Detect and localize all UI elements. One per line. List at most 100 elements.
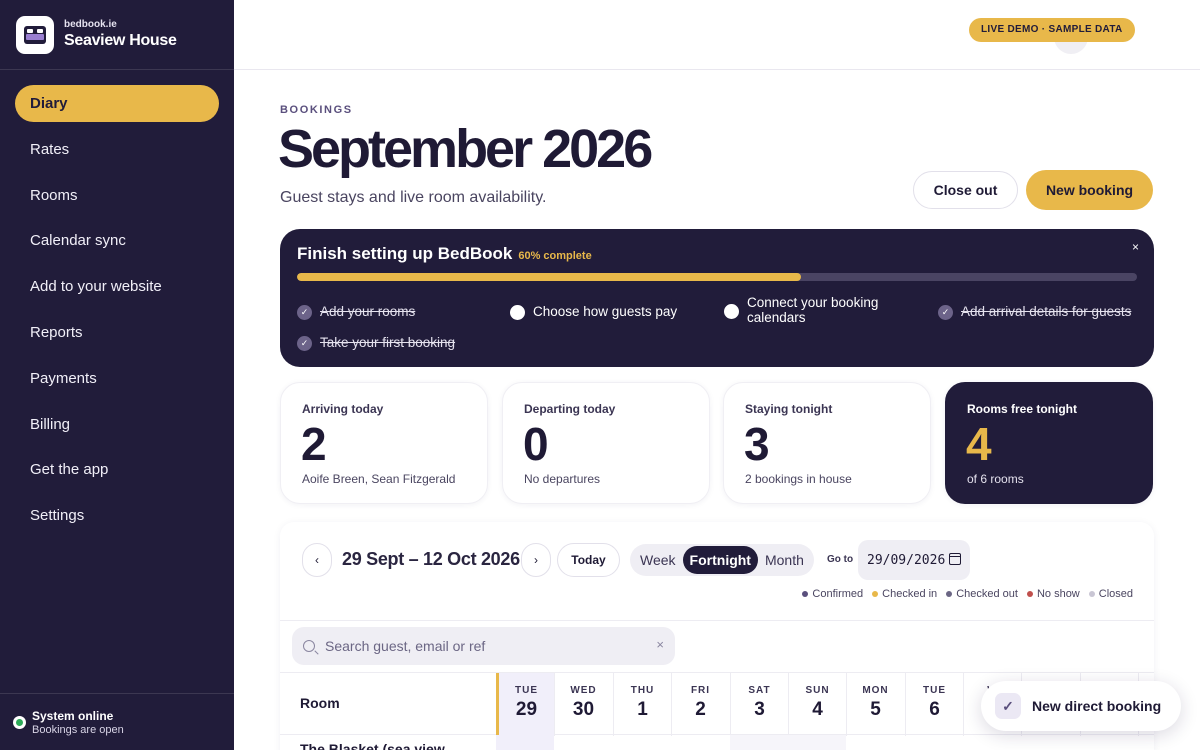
task-connect-calendars[interactable]: Connect your booking calendars: [724, 295, 894, 325]
search-input[interactable]: Search guest, email or ref ×: [292, 627, 675, 665]
view-month-button[interactable]: Month: [758, 546, 811, 574]
sidebar-nav: Diary Rates Rooms Calendar sync Add to y…: [0, 70, 234, 534]
sidebar-item-calendar-sync[interactable]: Calendar sync: [15, 222, 219, 259]
day-number: 30: [572, 699, 595, 720]
stat-label: Rooms free tonight: [967, 402, 1077, 416]
divider: [280, 620, 1154, 621]
new-direct-booking-toast[interactable]: ✓ New direct booking: [981, 681, 1181, 731]
day-header[interactable]: TUE 29: [496, 673, 554, 736]
status-legend: Confirmed Checked in Checked out No show…: [793, 588, 1133, 600]
search-icon: [303, 640, 315, 652]
legend-dot-icon: [802, 591, 809, 597]
next-icon[interactable]: ›: [521, 543, 551, 577]
sidebar-item-diary[interactable]: Diary: [15, 85, 219, 122]
legend-dot-icon: [946, 591, 953, 597]
previous-icon[interactable]: ‹: [302, 543, 332, 577]
task-label: Connect your booking calendars: [747, 295, 879, 325]
goto-label: Go to: [827, 554, 854, 565]
setup-title: Finish setting up BedBook 60% complete: [297, 244, 592, 264]
day-number: 5: [870, 699, 881, 720]
page-title: September 2026: [278, 119, 653, 179]
day-header[interactable]: MON 5: [846, 673, 904, 736]
sidebar-item-get-the-app[interactable]: Get the app: [15, 451, 219, 488]
setup-percent: 60% complete: [518, 250, 592, 262]
view-week-button[interactable]: Week: [633, 546, 683, 574]
stat-sub: Aoife Breen, Sean Fitzgerald: [302, 472, 456, 486]
day-of-week: WED: [570, 685, 597, 696]
calendar-icon[interactable]: [949, 553, 961, 565]
close-icon[interactable]: ×: [1132, 240, 1139, 254]
sidebar-item-payments[interactable]: Payments: [15, 360, 219, 397]
stat-departing-today[interactable]: Departing today 0 No departures: [502, 382, 710, 504]
legend-closed: Closed: [1088, 588, 1133, 600]
checked-icon: [297, 305, 312, 320]
task-choose-payment[interactable]: Choose how guests pay: [510, 304, 677, 320]
day-header[interactable]: TUE 6: [905, 673, 963, 736]
view-switcher: Week Fortnight Month: [630, 544, 814, 576]
day-number: 4: [812, 699, 823, 720]
legend-dot-icon: [1026, 591, 1033, 597]
search-placeholder: Search guest, email or ref: [325, 638, 486, 654]
brand-domain: bedbook.ie: [64, 19, 117, 30]
today-button[interactable]: Today: [557, 543, 620, 577]
page-eyebrow: BOOKINGS: [280, 104, 353, 116]
legend-label: No show: [1036, 588, 1080, 600]
legend-label: Closed: [1098, 588, 1133, 600]
clear-search-icon[interactable]: ×: [656, 637, 664, 652]
main-content: BOOKINGS September 2026 Guest stays and …: [234, 70, 1200, 750]
room-name[interactable]: The Blasket (sea view: [300, 741, 445, 750]
day-header[interactable]: THU 1: [613, 673, 671, 736]
stat-label: Departing today: [524, 402, 616, 416]
legend-label: Confirmed: [812, 588, 864, 600]
day-header[interactable]: SAT 3: [730, 673, 788, 736]
setup-progress-bar: [297, 273, 1137, 281]
setup-progress-fill: [297, 273, 801, 281]
sidebar-item-settings[interactable]: Settings: [15, 497, 219, 534]
day-of-week: THU: [630, 685, 655, 696]
legend-confirmed: Confirmed: [802, 588, 863, 600]
sidebar-item-add-to-website[interactable]: Add to your website: [15, 268, 219, 305]
unchecked-icon: [724, 304, 739, 319]
toast-label: New direct booking: [1032, 698, 1162, 714]
legend-label: Checked in: [882, 588, 938, 600]
goto-date-input[interactable]: 29/09/2026: [858, 540, 970, 580]
weekend-column-shade: [730, 735, 846, 750]
stat-rooms-free[interactable]: Rooms free tonight 4 of 6 rooms: [945, 382, 1153, 504]
legend-no-show: No show: [1026, 588, 1080, 600]
sidebar-item-billing[interactable]: Billing: [15, 406, 219, 443]
stat-staying-tonight[interactable]: Staying tonight 3 2 bookings in house: [723, 382, 931, 504]
close-out-button[interactable]: Close out: [913, 171, 1018, 209]
goto-date-value: 29/09/2026: [867, 552, 946, 568]
day-of-week: SAT: [748, 685, 771, 696]
day-number: 1: [637, 699, 648, 720]
legend-dot-icon: [1088, 591, 1095, 597]
property-name: Seaview House: [64, 32, 177, 49]
date-range: 29 Sept – 12 Oct 2026: [342, 549, 520, 569]
legend-checked-out: Checked out: [946, 588, 1018, 600]
task-first-booking[interactable]: Take your first booking: [297, 335, 455, 351]
stat-arriving-today[interactable]: Arriving today 2 Aoife Breen, Sean Fitzg…: [280, 382, 488, 504]
new-booking-button[interactable]: New booking: [1026, 170, 1153, 210]
unchecked-icon: [510, 305, 525, 320]
sidebar-item-rates[interactable]: Rates: [15, 131, 219, 168]
stat-label: Staying tonight: [745, 402, 833, 416]
checked-icon: [938, 305, 953, 320]
day-header[interactable]: WED 30: [554, 673, 612, 736]
task-add-rooms[interactable]: Add your rooms: [297, 304, 415, 320]
legend-label: Checked out: [956, 588, 1018, 600]
today-column-shade: [496, 735, 554, 750]
stat-sub: of 6 rooms: [967, 472, 1024, 486]
sidebar-item-reports[interactable]: Reports: [15, 314, 219, 351]
setup-title-text: Finish setting up BedBook: [297, 244, 513, 263]
day-header[interactable]: FRI 2: [671, 673, 729, 736]
day-number: 6: [929, 699, 940, 720]
sidebar-item-rooms[interactable]: Rooms: [15, 177, 219, 214]
page-subtitle: Guest stays and live room availability.: [280, 189, 547, 206]
task-arrival-details[interactable]: Add arrival details for guests: [938, 304, 1131, 320]
day-number: 29: [515, 699, 538, 720]
brand[interactable]: bedbook.ie Seaview House: [0, 0, 234, 70]
view-fortnight-button[interactable]: Fortnight: [682, 546, 758, 574]
system-status: System online Bookings are open: [0, 693, 234, 750]
day-header[interactable]: SUN 4: [788, 673, 846, 736]
room-column-header: Room: [300, 695, 340, 711]
